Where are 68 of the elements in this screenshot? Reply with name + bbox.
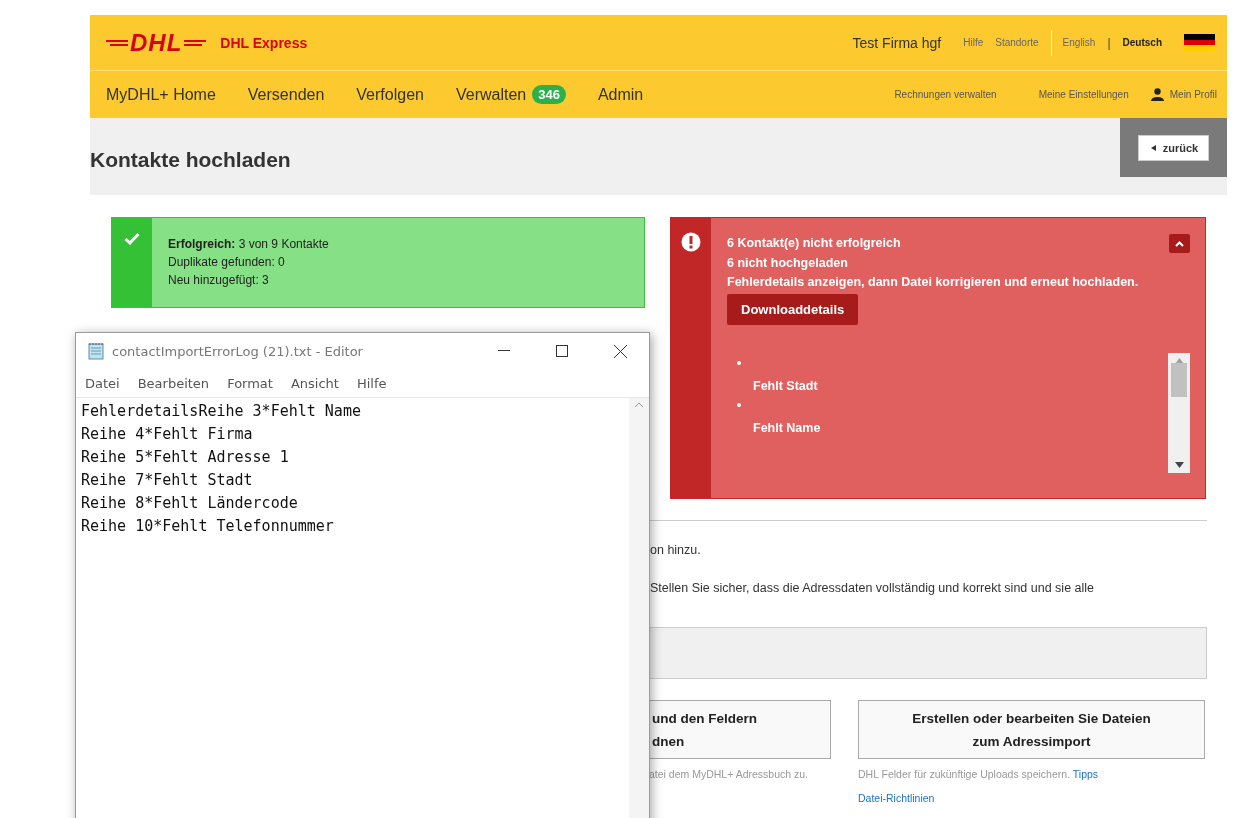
close-icon (613, 344, 627, 358)
nav-item[interactable]: Verwalten 346 (455, 85, 566, 104)
instruction-text: Stellen Sie sicher, dass die Adressdaten vollständig und korrekt sind und sie alle (649, 581, 1095, 595)
bullet-icon (737, 360, 741, 365)
menu-item[interactable]: Bearbeiten (137, 375, 210, 391)
text-line: Reihe 4*Fehlt Firma (81, 424, 254, 445)
flag-icon[interactable] (1184, 34, 1215, 51)
language-link[interactable]: Deutsch (1122, 37, 1162, 48)
error-text: Fehlerdetails anzeigen, dann Datei korrigieren und erneut hochladen. (727, 274, 1139, 291)
action-button[interactable]: Erstellen oder bearbeiten Sie Dateien zum Adressimport (858, 700, 1205, 759)
menu-item[interactable]: Format (227, 375, 273, 391)
menu-item[interactable]: Hilfe (356, 375, 387, 391)
profile-label: Mein Profil (1169, 89, 1217, 100)
count-badge: 346 (532, 85, 566, 104)
minimize-icon (498, 350, 510, 352)
profile-link[interactable]: Mein Profil (1150, 88, 1217, 101)
down-arrow-icon (1174, 461, 1184, 468)
exclamation-icon (681, 232, 701, 252)
nav-item[interactable]: Admin (597, 85, 644, 104)
nav-item[interactable]: Versenden (247, 85, 325, 104)
nav-item[interactable]: MyDHL+ Home (106, 85, 216, 104)
notepad-icon (88, 342, 104, 360)
menu-item[interactable]: Datei (85, 375, 120, 391)
success-text: Erfolgreich: 3 von 9 Kontakte (168, 236, 330, 253)
caret-icon (1150, 145, 1156, 151)
text-area[interactable]: FehlerdetailsReihe 3*Fehlt Name Reihe 4*Fehlt Firma Reihe 5*Fehlt Adresse 1 Reihe 7*Fehlt Stadt Reihe 8*Fehlt Ländercode Reihe 10*Fehlt Telefonnummer (76, 398, 629, 818)
window-title: contactImportErrorLog (21).txt - Editor (112, 343, 364, 359)
guidelines-link[interactable]: Datei-Richtlinien (858, 792, 935, 804)
nav-label: Verwalten (455, 85, 527, 104)
action-caption: DHL Felder für zukünftige Uploads speichern. Tipps (858, 768, 1100, 780)
text-line: Reihe 7*Fehlt Stadt (81, 470, 254, 491)
bullet-icon (737, 402, 741, 407)
collapse-button[interactable] (1169, 234, 1190, 253)
download-button[interactable]: Downloaddetails (727, 293, 859, 325)
check-icon (124, 232, 140, 245)
menu-item[interactable]: Ansicht (290, 375, 339, 391)
instruction-text: on hinzu. (649, 543, 702, 557)
action-button[interactable]: und den Feldern dnen (649, 700, 831, 759)
tips-link[interactable]: Tipps (1072, 768, 1099, 780)
text-line: Reihe 10*Fehlt Telefonnummer (81, 516, 335, 537)
separator: | (1107, 35, 1111, 50)
success-text: Neu hinzugefügt: 3 (168, 272, 270, 289)
error-item: Fehlt Name (753, 420, 822, 435)
dhl-logo: DHL (106, 28, 207, 57)
nav-link[interactable]: Meine Einstellungen (1038, 89, 1129, 100)
up-arrow-icon (1174, 357, 1184, 364)
text-line: Reihe 8*Fehlt Ländercode (81, 493, 299, 514)
scrollbar-thumb[interactable] (1171, 362, 1187, 397)
error-text: 6 nicht hochgeladen (727, 254, 848, 272)
text-line: Reihe 5*Fehlt Adresse 1 (81, 447, 290, 468)
nav-link[interactable]: Rechnungen verwalten (894, 89, 997, 100)
company-name: Test Firma hgf (852, 34, 942, 51)
caret-icon (1175, 240, 1184, 247)
person-icon (1150, 88, 1164, 101)
back-button[interactable]: zurück (1137, 135, 1210, 161)
header-link[interactable]: Standorte (995, 37, 1039, 48)
maximize-icon (556, 345, 568, 357)
nav-item[interactable]: Verfolgen (356, 85, 424, 104)
scrollbar[interactable] (629, 398, 649, 818)
success-text: Duplikate gefunden: 0 (168, 254, 286, 271)
error-item: Fehlt Stadt (753, 378, 819, 393)
language-link[interactable]: English (1062, 37, 1096, 48)
brand-name: DHL Express (220, 34, 308, 51)
header-link[interactable]: Hilfe (963, 37, 984, 48)
text-line: FehlerdetailsReihe 3*Fehlt Name (81, 401, 362, 422)
error-text: 6 Kontakt(e) nicht erfolgreich (727, 235, 901, 252)
page-title: Kontakte hochladen (90, 148, 291, 172)
scrollbar[interactable] (1168, 352, 1190, 473)
